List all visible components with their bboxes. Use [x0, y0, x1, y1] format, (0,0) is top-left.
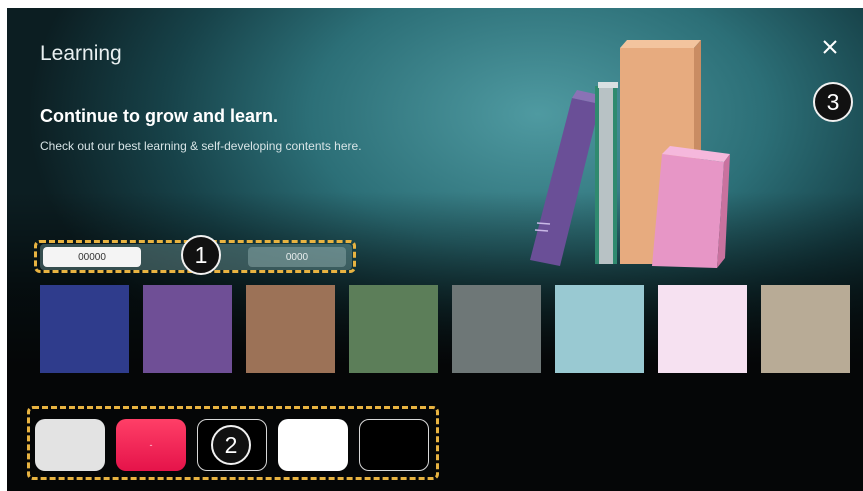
learning-screen: Learning Continue to grow and learn. Che… — [7, 8, 863, 491]
content-tile[interactable] — [761, 285, 850, 373]
callout-badge: 2 — [211, 425, 251, 465]
content-tile[interactable] — [555, 285, 644, 373]
callout-badge: 1 — [181, 235, 221, 275]
description: Check out our best learning & self-devel… — [40, 139, 362, 153]
books-illustration-icon — [530, 40, 730, 268]
content-tile[interactable] — [349, 285, 438, 373]
content-row — [40, 285, 863, 373]
content-tile[interactable] — [658, 285, 747, 373]
headline: Continue to grow and learn. — [40, 106, 278, 126]
content-tile[interactable] — [143, 285, 232, 373]
page-title: Learning — [40, 42, 122, 65]
content-tile[interactable] — [246, 285, 335, 373]
callout-badge: 3 — [813, 82, 853, 122]
close-icon — [823, 40, 837, 54]
content-tile[interactable] — [452, 285, 541, 373]
close-button[interactable] — [819, 36, 841, 58]
content-tile[interactable] — [40, 285, 129, 373]
